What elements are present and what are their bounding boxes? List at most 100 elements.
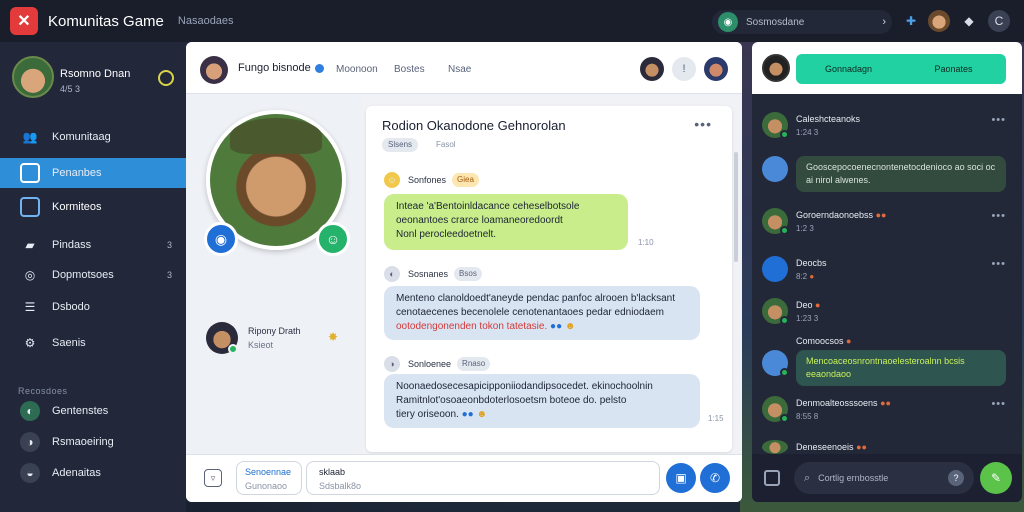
more-icon[interactable]: ••• <box>694 116 712 132</box>
hero-user-card[interactable]: Ripony Drath Ksieot ✸ <box>206 322 356 362</box>
group-item[interactable]: ◒ Adenaitas <box>0 458 186 488</box>
tab-news[interactable]: Nsae <box>448 64 471 75</box>
info-icon[interactable]: ! <box>672 57 696 81</box>
list-item-sub: 1:24 3 <box>796 128 819 137</box>
list-item-sub: 8:2 ● <box>796 272 814 281</box>
sidebar-item-badge: 3 <box>166 270 172 280</box>
message-line: oeonantoes crarce loamaneoredoordt <box>396 215 563 226</box>
message-tag: Bsos <box>454 267 482 281</box>
attach-icon[interactable]: ▿ <box>204 469 222 487</box>
avatar[interactable] <box>200 56 228 84</box>
message-line: Ramitnlot'osoaeonbdoterlosoetsm boteoe d… <box>396 395 627 406</box>
sidebar-item-label: Saenis <box>52 337 86 349</box>
list-item[interactable]: Deo ● 1:23 3 <box>762 298 1014 328</box>
controller-icon[interactable]: ✚ <box>900 10 922 32</box>
message-header: ☺ Sonfones Giea <box>384 172 479 188</box>
message-bubble: Menteno clanoldoedt'aneyde pendac panfoc… <box>384 286 700 340</box>
app-title: Komunitas Game <box>48 12 164 30</box>
list-item[interactable]: Goroerndaonoebss ●● 1:2 3 ••• <box>762 208 1014 238</box>
group-item[interactable]: ◐ Gentenstes <box>0 396 186 426</box>
group-label: Rsmaoeiring <box>52 436 114 448</box>
sidebar-item-settings[interactable]: ⚙ Saenis <box>0 328 186 358</box>
message-line: Nonl perocleedoetnelt. <box>396 229 497 240</box>
help-icon[interactable]: ? <box>948 470 964 486</box>
avatar <box>762 256 788 282</box>
sidebar-item-committees[interactable]: Kormiteos <box>0 192 186 222</box>
message-header: ◐ Sosnanes Bsos <box>384 266 482 282</box>
sidebar-item-games[interactable]: ◎ Dopmotsoes 3 <box>0 260 186 290</box>
right-panel: Gonnadagn Paonates Caleshcteanoks 1:24 3… <box>752 42 1022 502</box>
profile-card[interactable]: Rsomno Dnan 4/5 3 <box>12 56 182 102</box>
media-button[interactable]: ▣ <box>666 463 696 493</box>
avatar[interactable]: ☺ <box>384 172 400 188</box>
message-header: ◑ Sonloenee Rnaso <box>384 356 491 372</box>
channel-select[interactable]: Senoennae Gunonaoo <box>236 461 302 495</box>
status-icon[interactable]: ☺ <box>316 222 350 256</box>
more-icon[interactable]: ••• <box>991 114 1006 126</box>
sidebar-item-community[interactable]: 👥 Komunitaag <box>0 122 186 152</box>
list-item[interactable]: Gooscepocoenecnontenetocdenioco ao soci … <box>762 156 1014 196</box>
search-icon: ⌕ <box>804 471 811 484</box>
list-item[interactable]: Mencoaceosnrontnaoelesteroalnn bcsis eea… <box>762 350 1014 386</box>
message-input-value: sklaab <box>319 467 346 477</box>
avatar[interactable] <box>640 57 664 81</box>
sidebar-item-list[interactable]: ☰ Dsbodo <box>0 292 186 322</box>
sidebar-item-folders[interactable]: ▰ Pindass 3 <box>0 230 186 260</box>
chat-header-name[interactable]: Fungo bisnode <box>238 62 324 74</box>
chat-bubble: Gooscepocoenecnontenetocdenioco ao soci … <box>796 156 1006 192</box>
list-item[interactable]: Deocbs 8:2 ● ••• <box>762 256 1014 286</box>
right-search-input[interactable]: ⌕ Cortlig ernbosstle ? <box>794 462 974 494</box>
list-item[interactable]: Denmoalteosssoens ●● 8:55 8 ••• <box>762 396 1014 426</box>
tab-members[interactable]: Moonoon <box>336 64 378 75</box>
list-label-text: Comoocsos ● <box>796 336 851 346</box>
avatar[interactable]: ◑ <box>384 356 400 372</box>
more-icon[interactable]: ••• <box>991 398 1006 410</box>
user-avatar[interactable] <box>928 10 950 32</box>
tab-updates[interactable]: Paonates <box>901 64 1006 74</box>
chevron-right-icon[interactable]: › <box>882 16 886 28</box>
online-indicator <box>780 130 789 139</box>
verified-icon <box>314 63 324 73</box>
list-label-name: Comoocsos <box>796 336 844 346</box>
main-panel: Fungo bisnode Moonoon Bostes Nsae ! ◉ ☺ … <box>186 42 742 502</box>
more-icon[interactable]: ••• <box>991 258 1006 270</box>
sidebar-item-messages[interactable]: Penanbes <box>0 158 186 188</box>
more-icon[interactable]: ••• <box>991 210 1006 222</box>
sidebar-item-badge: 3 <box>166 240 172 250</box>
avatar[interactable] <box>704 57 728 81</box>
thread-chip[interactable]: Slsens <box>382 138 419 152</box>
tab-posts[interactable]: Bostes <box>394 64 425 75</box>
message-tag: Giea <box>452 173 479 187</box>
send-button[interactable]: ✆ <box>700 463 730 493</box>
message-line: cenotaecenes becenolele cenotenantaoes p… <box>396 307 664 318</box>
hero-hat-graphic <box>230 118 322 154</box>
avatar[interactable] <box>762 54 790 82</box>
list-item-name-text: Deo <box>796 300 813 310</box>
avatar[interactable]: ◐ <box>384 266 400 282</box>
emoji-icon: ●● <box>550 321 563 332</box>
avatar <box>12 56 54 98</box>
app-logo[interactable]: ✕ <box>10 7 38 35</box>
right-search-placeholder: Cortlig ernbosstle <box>818 473 889 483</box>
online-indicator <box>228 344 238 354</box>
star-icon[interactable]: ✸ <box>328 330 338 344</box>
chat-bubble: Mencoaceosnrontnaoelesteroalnn bcsis eea… <box>796 350 1006 386</box>
list-item-name: Deneseenoeis ●● <box>796 442 867 452</box>
help-icon[interactable]: C <box>988 10 1010 32</box>
message-line: tiery oriseoon. <box>396 409 459 420</box>
list-item-name: Deo ● <box>796 300 820 310</box>
message-input[interactable]: sklaab Sdsbalk8o <box>306 461 660 495</box>
tab-general[interactable]: Gonnadagn <box>796 64 901 74</box>
voice-icon[interactable]: ◉ <box>204 222 238 256</box>
thread-title: Rodion Okanodone Gehnorolan <box>382 118 566 133</box>
compose-button[interactable]: ✎ <box>980 462 1012 494</box>
chat-header-name-text: Fungo bisnode <box>238 62 311 74</box>
puzzle-icon[interactable]: ◆ <box>958 10 980 32</box>
reaction-icon: ●● <box>875 210 887 220</box>
group-item[interactable]: ◑ Rsmaoeiring <box>0 427 186 457</box>
scrollbar[interactable] <box>734 152 738 262</box>
grid-icon[interactable] <box>764 470 780 486</box>
list-item[interactable]: Caleshcteanoks 1:24 3 ••• <box>762 112 1014 142</box>
list-item-name: Denmoalteosssoens ●● <box>796 398 891 408</box>
top-search-box[interactable]: ◉ Sosmosdane › <box>712 10 892 34</box>
